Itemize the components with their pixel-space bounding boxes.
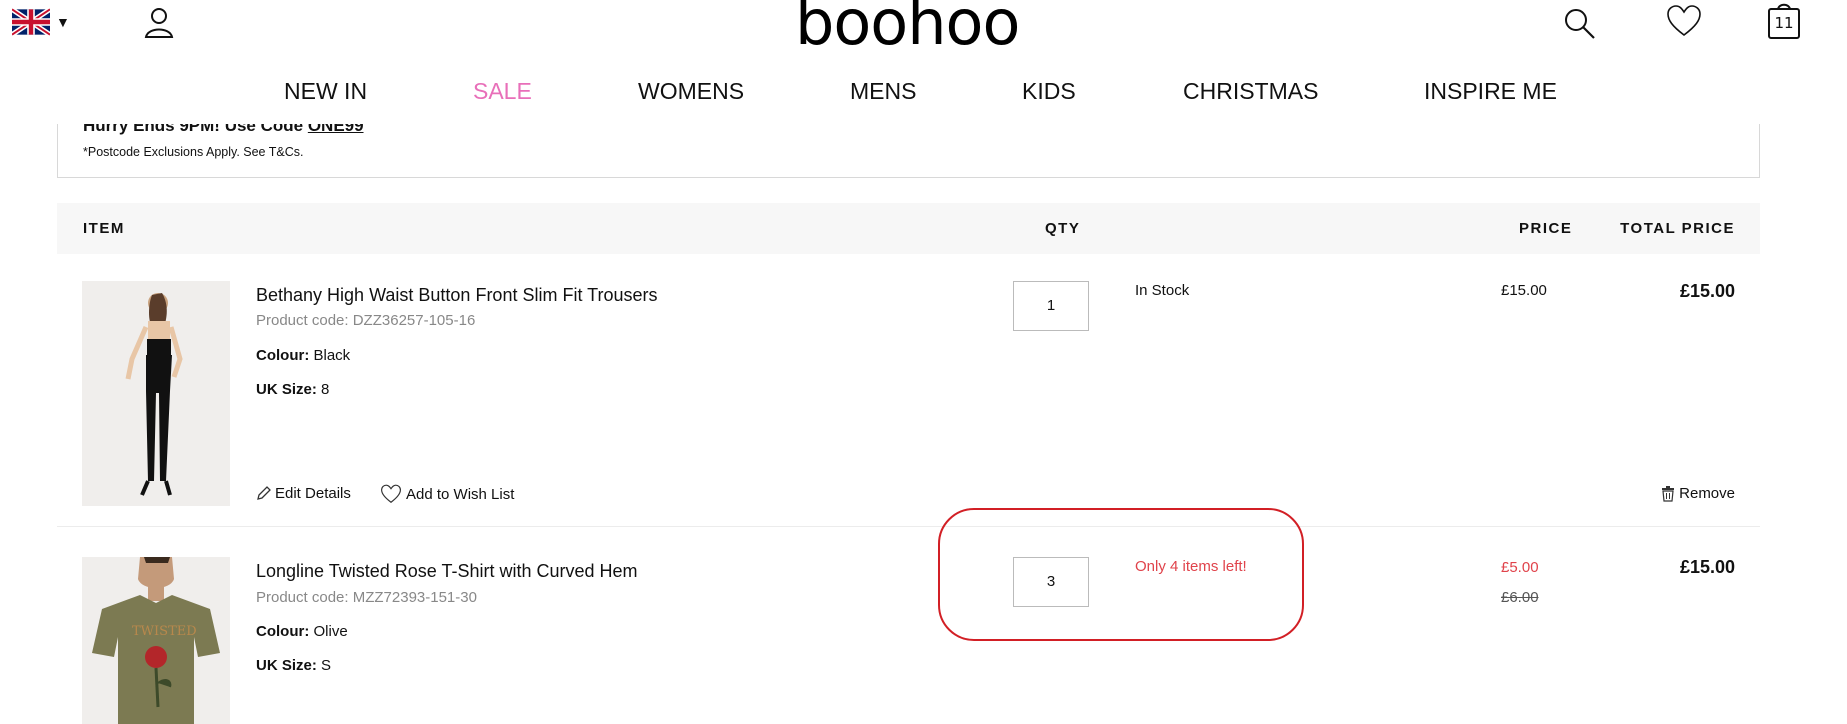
site-logo[interactable]: boohoo bbox=[795, 0, 1020, 59]
size-label: UK Size: bbox=[256, 657, 317, 674]
caret-down-icon[interactable]: ▼ bbox=[56, 14, 70, 30]
account-icon[interactable] bbox=[142, 5, 176, 39]
edit-details-button[interactable]: Edit Details bbox=[256, 485, 351, 502]
colour-value: Olive bbox=[313, 623, 348, 640]
unit-price: £15.00 bbox=[1501, 282, 1547, 299]
col-price: PRICE bbox=[1519, 220, 1573, 237]
search-icon[interactable] bbox=[1562, 6, 1596, 40]
product-size: UK Size: 8 bbox=[256, 381, 329, 398]
colour-label: Colour: bbox=[256, 623, 310, 640]
pencil-icon bbox=[257, 486, 271, 500]
promo-note[interactable]: *Postcode Exclusions Apply. See T&Cs. bbox=[83, 145, 303, 159]
size-label: UK Size: bbox=[256, 381, 317, 398]
add-to-wishlist-button[interactable]: Add to Wish List bbox=[380, 484, 514, 504]
line-total: £15.00 bbox=[1679, 557, 1735, 577]
col-total-price: TOTAL PRICE bbox=[1620, 220, 1735, 237]
product-image[interactable]: TWISTED bbox=[82, 557, 230, 724]
nav-new-in[interactable]: NEW IN bbox=[284, 78, 367, 105]
colour-label: Colour: bbox=[256, 347, 310, 364]
nav-kids[interactable]: KIDS bbox=[1022, 78, 1076, 105]
edit-details-label: Edit Details bbox=[275, 485, 351, 502]
trash-icon bbox=[1662, 485, 1675, 502]
sale-price: £5.00 bbox=[1501, 559, 1539, 576]
line-total: £15.00 bbox=[1679, 281, 1735, 301]
nav-womens[interactable]: WOMENS bbox=[638, 78, 744, 105]
product-code: Product code: DZZ36257-105-16 bbox=[256, 312, 476, 329]
product-name[interactable]: Bethany High Waist Button Front Slim Fit… bbox=[256, 285, 657, 306]
add-to-wishlist-label: Add to Wish List bbox=[406, 485, 515, 503]
nav-christmas[interactable]: CHRISTMAS bbox=[1183, 78, 1318, 105]
remove-button[interactable]: Remove bbox=[1661, 485, 1735, 502]
product-size: UK Size: S bbox=[256, 657, 331, 674]
row-divider bbox=[57, 526, 1760, 527]
heart-icon bbox=[380, 484, 402, 503]
remove-label: Remove bbox=[1679, 485, 1735, 502]
product-name[interactable]: Longline Twisted Rose T-Shirt with Curve… bbox=[256, 561, 638, 582]
quantity-input[interactable]: 3 bbox=[1013, 557, 1089, 607]
svg-text:TWISTED: TWISTED bbox=[132, 624, 197, 639]
basket-row: Bethany High Waist Button Front Slim Fit… bbox=[57, 270, 1760, 526]
col-item: ITEM bbox=[83, 220, 125, 237]
product-colour: Colour: Black bbox=[256, 347, 350, 364]
product-colour: Colour: Olive bbox=[256, 623, 348, 640]
stock-warning: Only 4 items left! bbox=[1135, 558, 1247, 575]
product-photo-trousers bbox=[82, 281, 230, 506]
quantity-input[interactable]: 1 bbox=[1013, 281, 1089, 331]
original-price: £6.00 bbox=[1501, 589, 1539, 606]
nav-sale[interactable]: SALE bbox=[473, 78, 532, 105]
product-photo-tshirt: TWISTED bbox=[82, 557, 230, 724]
col-qty: QTY bbox=[1045, 220, 1081, 237]
bag-count: 11 bbox=[1774, 14, 1794, 32]
size-value: S bbox=[321, 657, 332, 674]
product-image[interactable] bbox=[82, 281, 230, 506]
site-header: ▼ boohoo 11 NEW IN SALE WOMENS MENS KIDS… bbox=[0, 0, 1847, 124]
basket-table-header: ITEM QTY PRICE TOTAL PRICE bbox=[57, 203, 1760, 254]
size-value: 8 bbox=[321, 381, 330, 398]
heart-icon[interactable] bbox=[1666, 4, 1702, 38]
product-code: Product code: MZZ72393-151-30 bbox=[256, 589, 477, 606]
nav-mens[interactable]: MENS bbox=[850, 78, 916, 105]
colour-value: Black bbox=[313, 347, 351, 364]
nav-inspire-me[interactable]: INSPIRE ME bbox=[1424, 78, 1557, 105]
basket-row: TWISTED Longline Twisted Rose T-Shirt wi… bbox=[57, 547, 1760, 724]
stock-status: In Stock bbox=[1135, 282, 1190, 299]
main-nav: NEW IN SALE WOMENS MENS KIDS CHRISTMAS I… bbox=[0, 78, 1847, 108]
uk-flag-icon[interactable] bbox=[12, 8, 50, 36]
